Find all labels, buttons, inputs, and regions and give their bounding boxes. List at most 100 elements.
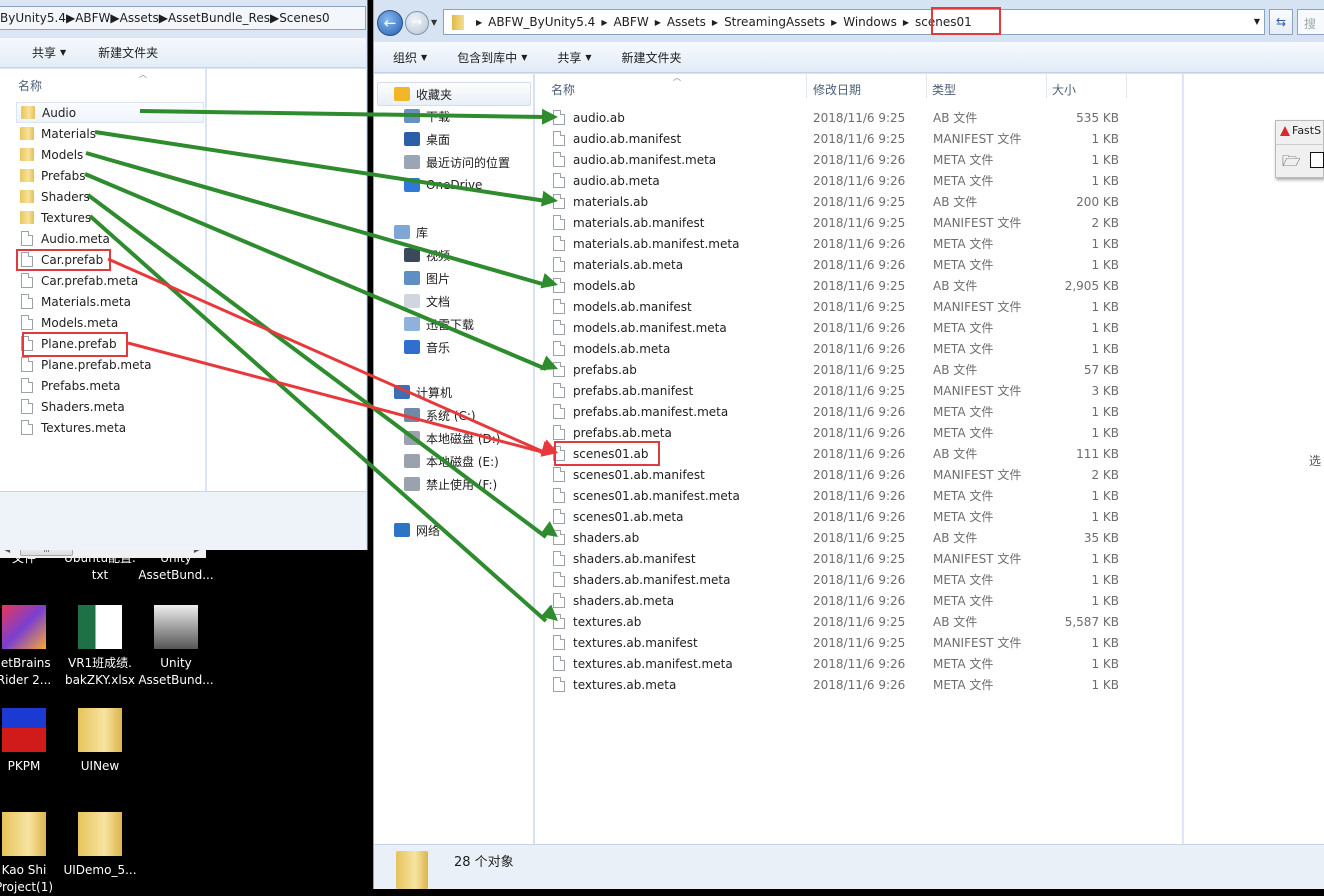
nav-item[interactable]: 下载 xyxy=(404,105,450,127)
file-row[interactable]: prefabs.ab 2018/11/6 9:25 AB 文件 57 KB xyxy=(553,359,1153,380)
desktop-icon-item[interactable]: VR1班成绩. bakZKY.xlsx xyxy=(60,605,140,689)
back-button[interactable]: ← xyxy=(377,10,403,36)
column-header-date[interactable]: 修改日期 xyxy=(813,81,861,98)
breadcrumb-item[interactable]: Scenes0 xyxy=(279,11,329,25)
new-folder-button[interactable]: 新建文件夹 xyxy=(622,49,682,66)
breadcrumb-item[interactable]: ABFW xyxy=(75,11,110,25)
column-divider[interactable] xyxy=(806,74,807,98)
file-row[interactable]: audio.ab.manifest 2018/11/6 9:25 MANIFEST … xyxy=(553,128,1153,149)
nav-item[interactable]: 网络 xyxy=(394,519,440,541)
desktop-icon-item[interactable]: Unity AssetBund... xyxy=(136,605,216,689)
file-row[interactable]: shaders.ab.manifest 2018/11/6 9:25 MANIFES… xyxy=(553,548,1153,569)
desktop-icon-item[interactable]: PKPM xyxy=(0,708,64,775)
nav-item[interactable]: 计算机 xyxy=(394,381,452,403)
list-item[interactable]: Plane.prefab.meta xyxy=(16,354,204,375)
include-in-library-button[interactable]: 包含到库中 ▼ xyxy=(457,49,527,66)
breadcrumb-item[interactable]: ByUnity5.4 xyxy=(0,11,66,25)
breadcrumb-separator-icon[interactable]: ▶ xyxy=(66,11,75,25)
file-row[interactable]: textures.ab.manifest.meta 2018/11/6 9:26 M… xyxy=(553,653,1153,674)
column-divider[interactable] xyxy=(1046,74,1047,98)
nav-item[interactable]: 桌面 xyxy=(404,128,450,150)
list-item[interactable]: Models xyxy=(16,144,204,165)
file-row[interactable]: materials.ab 2018/11/6 9:25 AB 文件 200 KB xyxy=(553,191,1153,212)
organize-button[interactable]: 组织 ▼ xyxy=(393,49,427,66)
list-item[interactable]: Materials xyxy=(16,123,204,144)
list-item[interactable]: Textures xyxy=(16,207,204,228)
file-row[interactable]: prefabs.ab.manifest 2018/11/6 9:25 MANIFES… xyxy=(553,380,1153,401)
list-item[interactable]: Prefabs xyxy=(16,165,204,186)
nav-item[interactable]: 本地磁盘 (E:) xyxy=(404,450,499,472)
column-header-size[interactable]: 大小 xyxy=(1052,81,1076,98)
file-row[interactable]: textures.ab 2018/11/6 9:25 AB 文件 5,587 KB xyxy=(553,611,1153,632)
breadcrumb-separator-icon[interactable]: ▶ xyxy=(712,18,718,27)
nav-item[interactable]: 视频 xyxy=(404,244,450,266)
list-item[interactable]: Car.prefab.meta xyxy=(16,270,204,291)
nav-item[interactable]: 音乐 xyxy=(404,336,450,358)
file-row[interactable]: models.ab.manifest.meta 2018/11/6 9:26 MET… xyxy=(553,317,1153,338)
breadcrumb-item[interactable]: ABFW xyxy=(613,15,648,29)
share-button[interactable]: 共享 ▼ xyxy=(557,49,591,66)
breadcrumb-item[interactable]: ABFW_ByUnity5.4 xyxy=(488,15,595,29)
column-divider[interactable] xyxy=(1126,74,1127,98)
breadcrumb-separator-icon[interactable]: ▶ xyxy=(601,18,607,27)
list-item[interactable]: Materials.meta xyxy=(16,291,204,312)
file-row[interactable]: audio.ab.manifest.meta 2018/11/6 9:26 META… xyxy=(553,149,1153,170)
file-row[interactable]: materials.ab.manifest.meta 2018/11/6 9:26… xyxy=(553,233,1153,254)
breadcrumb-separator-icon[interactable]: ▶ xyxy=(655,18,661,27)
faststone-capture-widget[interactable]: FastS 🗁 xyxy=(1275,120,1324,178)
file-row[interactable]: audio.ab 2018/11/6 9:25 AB 文件 535 KB xyxy=(553,107,1153,128)
nav-item[interactable]: 图片 xyxy=(404,267,450,289)
column-header-type[interactable]: 类型 xyxy=(932,81,956,98)
breadcrumb-separator-icon[interactable]: ▶ xyxy=(831,18,837,27)
breadcrumb-item[interactable]: StreamingAssets xyxy=(724,15,825,29)
left-address-bar[interactable]: ByUnity5.4 ▶ ABFW ▶ Assets ▶ AssetBundle_Res ▶ S… xyxy=(0,6,366,30)
nav-item[interactable]: OneDrive xyxy=(404,174,482,196)
nav-item[interactable]: 最近访问的位置 xyxy=(404,151,510,173)
breadcrumb-separator-icon[interactable]: ▶ xyxy=(903,18,909,27)
search-input[interactable]: 搜 xyxy=(1297,9,1324,35)
file-row[interactable]: shaders.ab.manifest.meta 2018/11/6 9:26 ME… xyxy=(553,569,1153,590)
breadcrumb-item[interactable]: AssetBundle_Res xyxy=(168,11,270,25)
breadcrumb-item[interactable]: Assets xyxy=(120,11,159,25)
recent-pages-dropdown-icon[interactable]: ▼ xyxy=(431,18,437,27)
file-row[interactable]: shaders.ab 2018/11/6 9:25 AB 文件 35 KB xyxy=(553,527,1153,548)
refresh-button[interactable]: ⇆ xyxy=(1269,9,1293,35)
file-row[interactable]: textures.ab.meta 2018/11/6 9:26 META 文件 1 K… xyxy=(553,674,1153,695)
file-row[interactable]: models.ab 2018/11/6 9:25 AB 文件 2,905 KB xyxy=(553,275,1153,296)
list-item[interactable]: Audio.meta xyxy=(16,228,204,249)
nav-item[interactable]: 迅雷下载 xyxy=(404,313,474,335)
file-row[interactable]: scenes01.ab.manifest 2018/11/6 9:26 MANIFE… xyxy=(553,464,1153,485)
list-item[interactable]: Shaders xyxy=(16,186,204,207)
column-header-name[interactable]: 名称 xyxy=(18,77,42,94)
list-item[interactable]: Shaders.meta xyxy=(16,396,204,417)
desktop-icon-item[interactable]: UINew xyxy=(60,708,140,775)
nav-item[interactable]: 收藏夹 xyxy=(394,83,452,105)
file-row[interactable]: materials.ab.meta 2018/11/6 9:26 META 文件 1 … xyxy=(553,254,1153,275)
file-row[interactable]: textures.ab.manifest 2018/11/6 9:25 MANIFE… xyxy=(553,632,1153,653)
breadcrumb-separator-icon[interactable]: ▶ xyxy=(270,11,279,25)
breadcrumb-separator-icon[interactable]: ▶ xyxy=(159,11,168,25)
left-new-folder-button[interactable]: 新建文件夹 xyxy=(98,44,158,61)
file-row[interactable]: prefabs.ab.manifest.meta 2018/11/6 9:26 ME… xyxy=(553,401,1153,422)
right-address-bar[interactable]: ▶ ABFW_ByUnity5.4 ▶ ABFW ▶ Assets ▶ StreamingAs… xyxy=(443,9,1265,35)
list-item[interactable]: Prefabs.meta xyxy=(16,375,204,396)
nav-item[interactable]: 禁止使用 (F:) xyxy=(404,473,497,495)
breadcrumb-item[interactable]: Assets xyxy=(667,15,706,29)
column-header-name[interactable]: 名称 xyxy=(551,81,575,98)
file-row[interactable]: models.ab.meta 2018/11/6 9:26 META 文件 1 KB xyxy=(553,338,1153,359)
capture-window-icon[interactable] xyxy=(1310,152,1324,168)
file-row[interactable]: prefabs.ab.meta 2018/11/6 9:26 META 文件 1 KB xyxy=(553,422,1153,443)
nav-item[interactable]: 库 xyxy=(394,221,428,243)
nav-item[interactable]: 文档 xyxy=(404,290,450,312)
breadcrumb-separator-icon[interactable]: ▶ xyxy=(110,11,119,25)
nav-item[interactable]: 本地磁盘 (D:) xyxy=(404,427,500,449)
list-item[interactable]: Models.meta xyxy=(16,312,204,333)
list-item[interactable]: Audio xyxy=(16,102,204,123)
list-item[interactable]: Textures.meta xyxy=(16,417,204,438)
breadcrumb-separator-icon[interactable]: ▶ xyxy=(476,18,482,27)
file-row[interactable]: models.ab.manifest 2018/11/6 9:25 MANIFEST… xyxy=(553,296,1153,317)
breadcrumb-item[interactable]: Windows xyxy=(843,15,897,29)
desktop-icon-item[interactable]: Kao Shi Project(1) xyxy=(0,812,64,896)
nav-item[interactable]: 系统 (C:) xyxy=(404,404,476,426)
open-folder-icon[interactable]: 🗁 xyxy=(1282,151,1301,176)
